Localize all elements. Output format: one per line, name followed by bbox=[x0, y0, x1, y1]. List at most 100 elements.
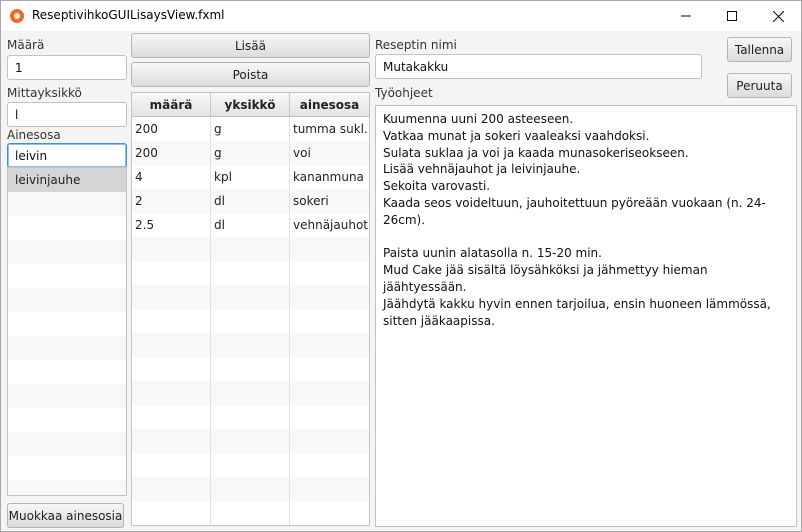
cell-unit bbox=[211, 357, 290, 381]
table-row[interactable] bbox=[132, 453, 369, 477]
cell-ingredient bbox=[290, 357, 369, 381]
remove-button[interactable]: Poista bbox=[131, 62, 370, 87]
table-row[interactable] bbox=[132, 405, 369, 429]
suggestion-item[interactable]: leivinjauhe bbox=[8, 168, 126, 192]
cell-amount bbox=[132, 237, 211, 261]
cell-ingredient bbox=[290, 309, 369, 333]
cell-amount: 200 bbox=[132, 141, 211, 165]
table-row[interactable]: 2 dl sokeri bbox=[132, 189, 369, 213]
table-row[interactable] bbox=[132, 429, 369, 453]
cell-amount bbox=[132, 453, 211, 477]
table-row[interactable] bbox=[132, 333, 369, 357]
cancel-button[interactable]: Peruuta bbox=[727, 73, 792, 98]
suggestion-item[interactable] bbox=[8, 216, 126, 240]
close-button[interactable] bbox=[755, 1, 801, 31]
cell-unit: dl bbox=[211, 189, 290, 213]
suggestion-item[interactable] bbox=[8, 264, 126, 288]
cell-ingredient: voi bbox=[293, 146, 311, 160]
suggestion-item[interactable] bbox=[8, 456, 126, 480]
column-header-ingredient[interactable]: ainesosa bbox=[290, 93, 369, 116]
cell-amount bbox=[132, 285, 211, 309]
table-row[interactable] bbox=[132, 501, 369, 525]
suggestion-item[interactable] bbox=[8, 240, 126, 264]
unit-label: Mittayksikkö bbox=[7, 86, 82, 100]
suggestion-item[interactable] bbox=[8, 408, 126, 432]
cell-unit bbox=[211, 309, 290, 333]
cell-unit: g bbox=[211, 141, 290, 165]
cell-amount: 2.5 bbox=[132, 213, 211, 237]
cell-amount bbox=[132, 477, 211, 501]
maximize-button[interactable] bbox=[709, 1, 755, 31]
suggestion-item[interactable] bbox=[8, 360, 126, 384]
cell-ingredient: vehnäjauhot bbox=[293, 218, 368, 232]
column-header-amount[interactable]: määrä bbox=[132, 93, 211, 116]
suggestion-item[interactable] bbox=[8, 480, 126, 495]
cell-ingredient bbox=[290, 429, 369, 453]
suggestion-item[interactable] bbox=[8, 192, 126, 216]
app-window: ReseptivihkoGUILisaysView.fxml Määrä 1 M… bbox=[0, 0, 802, 532]
cell-unit bbox=[211, 261, 290, 285]
save-button[interactable]: Tallenna bbox=[727, 37, 792, 62]
cell-amount bbox=[132, 501, 211, 525]
table-row[interactable] bbox=[132, 357, 369, 381]
amount-field[interactable]: 1 bbox=[7, 55, 127, 80]
cell-ingredient bbox=[290, 501, 369, 525]
ingredient-label: Ainesosa bbox=[7, 128, 61, 142]
suggestion-item[interactable] bbox=[8, 384, 126, 408]
suggestion-item[interactable] bbox=[8, 432, 126, 456]
table-row[interactable] bbox=[132, 477, 369, 501]
cell-amount bbox=[132, 309, 211, 333]
cell-ingredient bbox=[290, 333, 369, 357]
cell-unit: g bbox=[211, 117, 290, 141]
suggestion-item[interactable] bbox=[8, 336, 126, 360]
window-title: ReseptivihkoGUILisaysView.fxml bbox=[32, 8, 225, 22]
cell-unit bbox=[211, 405, 290, 429]
ingredient-suggestion-list[interactable]: leivinjauhe bbox=[7, 167, 127, 496]
cell-ingredient: kananmuna bbox=[293, 170, 364, 184]
minimize-icon bbox=[681, 15, 691, 17]
cell-amount: 200 bbox=[132, 117, 211, 141]
column-header-unit[interactable]: yksikkö bbox=[211, 93, 290, 116]
edit-ingredients-button[interactable]: Muokkaa ainesosia bbox=[7, 503, 124, 528]
recipe-name-field[interactable]: Mutakakku bbox=[375, 54, 702, 79]
table-row[interactable]: 200 g tumma sukl... bbox=[132, 117, 369, 141]
add-button[interactable]: Lisää bbox=[131, 33, 370, 58]
cell-ingredient bbox=[290, 237, 369, 261]
cell-ingredient: sokeri bbox=[293, 194, 329, 208]
instructions-textarea[interactable]: Kuumenna uuni 200 asteeseen. Vatkaa muna… bbox=[375, 105, 797, 527]
cell-unit bbox=[211, 381, 290, 405]
cell-unit bbox=[211, 477, 290, 501]
table-row[interactable] bbox=[132, 261, 369, 285]
table-row[interactable] bbox=[132, 309, 369, 333]
table-row[interactable]: 200 g voi bbox=[132, 141, 369, 165]
cell-unit bbox=[211, 237, 290, 261]
cell-amount: 4 bbox=[132, 165, 211, 189]
table-row[interactable] bbox=[132, 381, 369, 405]
table-row[interactable]: 2.5 dl vehnäjauhot bbox=[132, 213, 369, 237]
cell-unit: dl bbox=[211, 213, 290, 237]
table-row[interactable]: 4 kpl kananmuna bbox=[132, 165, 369, 189]
suggestion-item[interactable] bbox=[8, 312, 126, 336]
cell-amount bbox=[132, 357, 211, 381]
ingredients-table[interactable]: määrä yksikkö ainesosa 200 g tumma sukl...… bbox=[131, 92, 370, 526]
table-body: 200 g tumma sukl... 200 g voi 4 kpl kananmuna 2 dl… bbox=[132, 117, 369, 525]
cell-unit bbox=[211, 453, 290, 477]
cell-unit: kpl bbox=[211, 165, 290, 189]
table-row[interactable] bbox=[132, 237, 369, 261]
cell-amount bbox=[132, 333, 211, 357]
cell-ingredient bbox=[290, 261, 369, 285]
unit-field[interactable]: l bbox=[7, 102, 127, 127]
cell-ingredient bbox=[290, 405, 369, 429]
cell-unit bbox=[211, 429, 290, 453]
ingredient-field[interactable]: leivin bbox=[7, 143, 127, 168]
cell-ingredient bbox=[290, 477, 369, 501]
table-header: määrä yksikkö ainesosa bbox=[132, 93, 369, 117]
cell-ingredient bbox=[290, 285, 369, 309]
minimize-button[interactable] bbox=[663, 1, 709, 31]
cell-amount bbox=[132, 381, 211, 405]
suggestion-item[interactable] bbox=[8, 288, 126, 312]
cell-amount bbox=[132, 405, 211, 429]
app-icon bbox=[10, 9, 24, 23]
close-icon bbox=[772, 10, 784, 22]
table-row[interactable] bbox=[132, 285, 369, 309]
